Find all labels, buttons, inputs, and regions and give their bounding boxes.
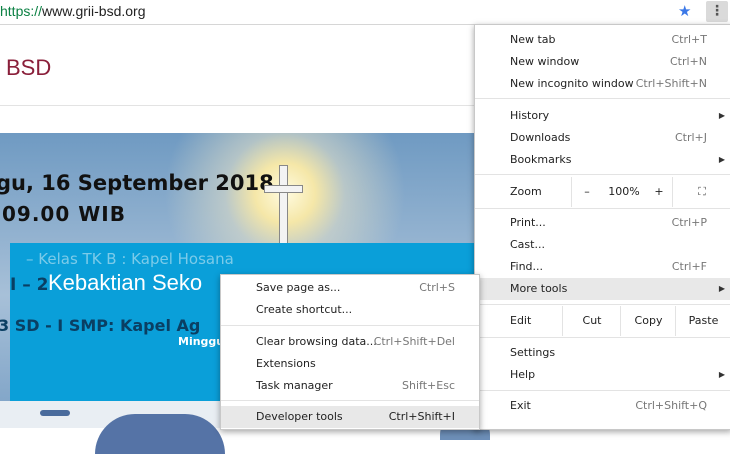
banner-bg-text: – Kelas TK B : Kapel Hosana	[26, 250, 234, 268]
menu-separator	[475, 304, 730, 305]
menu-label: Exit	[510, 399, 531, 412]
plus-icon: +	[654, 185, 664, 198]
menu-shortcut: Ctrl+N	[669, 55, 707, 68]
zoom-in-button[interactable]: +	[646, 177, 672, 207]
banner-subtitle: Minggu	[178, 335, 225, 348]
menu-label: Task manager	[256, 379, 333, 392]
menu-item-new-incognito[interactable]: New incognito window Ctrl+Shift+N	[475, 73, 730, 95]
menu-item-zoom: Zoom – 100% + ⛶	[475, 177, 730, 207]
menu-item-bookmarks[interactable]: Bookmarks ▶	[475, 149, 730, 171]
menu-separator	[475, 337, 730, 338]
illustration-shape	[40, 410, 70, 416]
site-header: BSD	[0, 25, 478, 106]
menu-label: Print...	[510, 216, 546, 229]
cut-button[interactable]: Cut	[562, 306, 621, 336]
copy-button[interactable]: Copy	[620, 306, 676, 336]
zoom-out-button[interactable]: –	[571, 177, 602, 207]
menu-shortcut: Ctrl+Shift+I	[388, 410, 455, 423]
menu-shortcut: Shift+Esc	[402, 379, 455, 392]
menu-item-cast[interactable]: Cast...	[475, 234, 730, 256]
menu-label: Help	[510, 368, 536, 381]
menu-label: New window	[510, 55, 580, 68]
menu-label: New tab	[510, 33, 556, 46]
chevron-right-icon: ▶	[718, 284, 725, 293]
cross-icon	[279, 165, 288, 253]
menu-item-history[interactable]: History ▶	[475, 105, 730, 127]
fullscreen-icon[interactable]: ⛶	[672, 177, 730, 207]
browser-menu: New tab Ctrl+T New window Ctrl+N New inc…	[474, 24, 730, 430]
menu-label: Clear browsing data...	[256, 335, 377, 348]
submenu-item-create-shortcut[interactable]: Create shortcut...	[221, 299, 479, 321]
submenu-item-save-page[interactable]: Save page as... Ctrl+S	[221, 277, 479, 299]
site-logo[interactable]: BSD	[6, 55, 51, 81]
menu-item-print[interactable]: Print... Ctrl+P	[475, 212, 730, 234]
cross-bar	[264, 185, 303, 193]
menu-item-help[interactable]: Help ▶	[475, 364, 730, 386]
menu-label: Downloads	[510, 131, 571, 144]
menu-item-downloads[interactable]: Downloads Ctrl+J	[475, 127, 730, 149]
menu-separator	[221, 400, 479, 401]
menu-shortcut: Ctrl+F	[671, 260, 707, 273]
menu-shortcut: Ctrl+T	[671, 33, 707, 46]
minus-icon: –	[584, 185, 590, 198]
illustration-shape	[95, 414, 225, 454]
menu-separator	[221, 325, 479, 326]
menu-label: Extensions	[256, 357, 316, 370]
menu-item-settings[interactable]: Settings	[475, 342, 730, 364]
menu-label: Developer tools	[256, 410, 343, 423]
menu-shortcut: Ctrl+S	[419, 281, 455, 294]
menu-item-edit: Edit Cut Copy Paste	[475, 306, 730, 336]
zoom-level: 100%	[608, 185, 640, 198]
url-host: www.grii-bsd.org	[42, 3, 146, 19]
menu-separator	[475, 390, 730, 391]
menu-separator	[475, 174, 730, 175]
menu-label: History	[510, 109, 550, 122]
menu-label: New incognito window	[510, 77, 634, 90]
menu-item-more-tools[interactable]: More tools ▶	[475, 278, 730, 300]
menu-separator	[475, 98, 730, 99]
menu-label: Settings	[510, 346, 556, 359]
banner-bg-text: 3 SD - I SMP: Kapel Ag	[0, 316, 201, 335]
submenu-item-clear-data[interactable]: Clear browsing data... Ctrl+Shift+Del	[221, 331, 479, 353]
menu-shortcut: Ctrl+P	[671, 216, 707, 229]
chevron-right-icon: ▶	[718, 370, 725, 379]
submenu-item-dev-tools[interactable]: Developer tools Ctrl+Shift+I	[221, 406, 479, 428]
paste-button[interactable]: Paste	[675, 306, 730, 336]
banner-title: Kebaktian Seko	[48, 270, 203, 295]
menu-item-new-window[interactable]: New window Ctrl+N	[475, 51, 730, 73]
submenu-item-extensions[interactable]: Extensions	[221, 353, 479, 375]
address-bar[interactable]: https://www.grii-bsd.org ★ ⋮	[0, 0, 730, 25]
menu-item-exit[interactable]: Exit Ctrl+Shift+Q	[475, 395, 730, 417]
kebab-menu-icon[interactable]: ⋮	[706, 1, 728, 22]
hero-time: 09.00 WIB	[2, 202, 126, 226]
more-tools-submenu: Save page as... Ctrl+S Create shortcut..…	[220, 274, 480, 430]
menu-separator	[475, 208, 730, 209]
hero-date: gu, 16 September 2018	[0, 171, 274, 195]
submenu-item-task-manager[interactable]: Task manager Shift+Esc	[221, 375, 479, 397]
menu-shortcut: Ctrl+Shift+N	[635, 77, 707, 90]
menu-label: Save page as...	[256, 281, 341, 294]
menu-shortcut: Ctrl+Shift+Del	[373, 335, 455, 348]
menu-shortcut: Ctrl+J	[674, 131, 707, 144]
menu-shortcut: Ctrl+Shift+Q	[635, 399, 707, 412]
menu-item-find[interactable]: Find... Ctrl+F	[475, 256, 730, 278]
menu-label: Bookmarks	[510, 153, 572, 166]
menu-label: Zoom	[510, 185, 542, 198]
menu-label: Find...	[510, 260, 544, 273]
banner-bg-text: I – 2	[10, 275, 49, 295]
star-icon[interactable]: ★	[678, 2, 691, 20]
menu-label: More tools	[510, 282, 568, 295]
chevron-right-icon: ▶	[718, 155, 725, 164]
menu-item-new-tab[interactable]: New tab Ctrl+T	[475, 29, 730, 51]
url-scheme: https://	[0, 3, 43, 19]
url-field[interactable]: https://www.grii-bsd.org	[0, 3, 146, 19]
menu-label: Cast...	[510, 238, 545, 251]
chevron-right-icon: ▶	[718, 111, 725, 120]
menu-label: Edit	[510, 314, 532, 327]
menu-label: Create shortcut...	[256, 303, 353, 316]
